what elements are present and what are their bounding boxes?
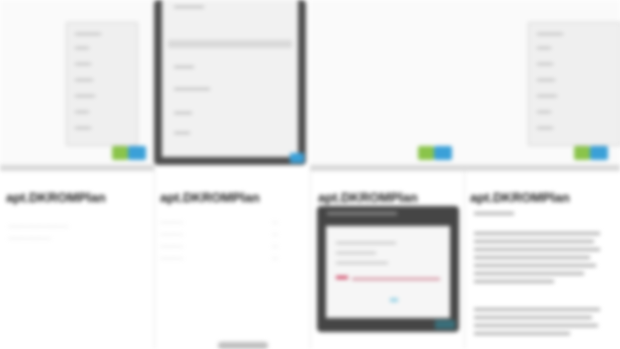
menu-line	[174, 6, 204, 8]
text-line	[474, 240, 594, 243]
menu-line	[174, 66, 194, 68]
dialog-window	[317, 206, 459, 332]
screenshot-panel-4	[464, 0, 620, 171]
blue-app-icon[interactable]	[435, 320, 455, 329]
list-line	[537, 33, 563, 35]
text-line	[474, 272, 584, 275]
caption-line: ......................	[8, 234, 51, 241]
list-item-label: ............	[160, 230, 184, 237]
menu-panel	[162, 0, 298, 157]
menu-line	[174, 88, 210, 90]
menu-selected-row[interactable]	[168, 40, 292, 48]
list-line	[75, 47, 89, 49]
app-icons[interactable]	[112, 146, 146, 160]
text-line	[474, 248, 600, 251]
text-line	[474, 316, 592, 319]
blue-app-icon[interactable]	[128, 146, 146, 160]
list-line	[537, 95, 557, 97]
text-line	[474, 308, 600, 311]
green-app-icon[interactable]	[112, 146, 128, 160]
text-line	[474, 256, 590, 259]
dialog-text	[336, 242, 396, 244]
screenshot-panel-1	[0, 0, 154, 171]
list-line	[75, 33, 101, 35]
dialog-text	[336, 262, 388, 264]
text-line	[474, 232, 600, 235]
list-line	[537, 47, 551, 49]
list-item-label: ............	[160, 218, 184, 225]
list-line	[75, 127, 91, 129]
list-line	[75, 79, 93, 81]
section-heading-3: apt.DKROMPlan	[318, 190, 418, 205]
text-line	[474, 212, 514, 215]
text-line	[474, 332, 570, 335]
section-heading-1: apt.DKROMPlan	[6, 190, 106, 205]
list-line	[75, 111, 89, 113]
list-panel	[66, 22, 138, 146]
list-item-label: ............	[160, 242, 184, 249]
section-heading-4: apt.DKROMPlan	[470, 190, 570, 205]
list-line	[537, 79, 555, 81]
list-item-value: ...	[272, 254, 278, 261]
list-item-label: ............	[160, 254, 184, 261]
list-line	[537, 63, 553, 65]
menu-line	[174, 132, 190, 134]
list-line	[75, 95, 95, 97]
text-line	[474, 280, 554, 283]
green-app-icon[interactable]	[574, 146, 590, 160]
list-item-value: ...	[272, 218, 278, 225]
app-icons[interactable]	[574, 146, 608, 160]
list-item-value: ...	[272, 230, 278, 237]
screenshot-panel-3	[310, 0, 464, 171]
section-heading-2: apt.DKROMPlan	[160, 190, 260, 205]
screenshot-panel-2	[154, 0, 306, 165]
list-item-value: ...	[272, 242, 278, 249]
dialog-alert-line	[352, 278, 440, 280]
blue-app-icon[interactable]	[434, 146, 452, 160]
dialog-alert-marker	[336, 276, 348, 279]
blue-app-icon[interactable]	[590, 146, 608, 160]
caption-line: ...............................	[8, 222, 69, 229]
green-app-icon[interactable]	[418, 146, 434, 160]
list-line	[75, 63, 91, 65]
list-line	[537, 127, 553, 129]
page: apt.DKROMPlan apt.DKROMPlan apt.DKROMPla…	[0, 0, 620, 349]
blue-app-icon[interactable]	[290, 153, 304, 163]
page-footer-mark	[218, 342, 268, 349]
text-line	[474, 324, 598, 327]
dialog-body	[326, 226, 450, 318]
dialog-text	[336, 252, 376, 254]
text-line	[474, 264, 596, 267]
dialog-title-bar	[327, 212, 397, 215]
app-icons[interactable]	[418, 146, 452, 160]
list-line	[537, 111, 551, 113]
dialog-ok-button[interactable]	[390, 298, 398, 302]
menu-line	[174, 112, 192, 114]
list-panel	[528, 22, 620, 146]
